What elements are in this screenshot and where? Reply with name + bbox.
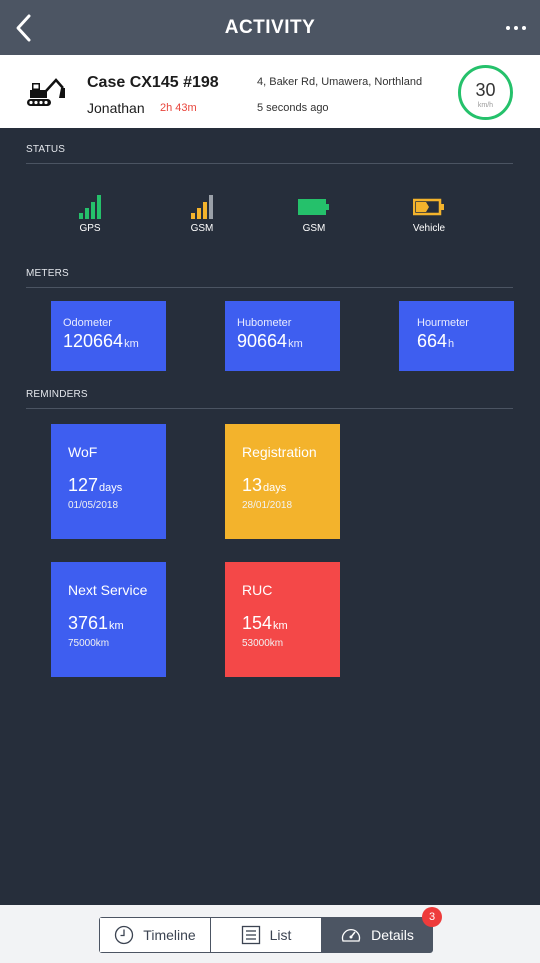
meters-divider (26, 287, 513, 288)
driver-name: Jonathan (87, 100, 145, 116)
meter-value: 664 (417, 331, 448, 351)
reminders-divider (26, 408, 513, 409)
speed-unit: km/h (477, 101, 494, 109)
reminder-registration[interactable]: Registration 13days 28/01/2018 (225, 424, 340, 539)
meters-section-label: METERS (26, 268, 69, 279)
reminder-label: WoF (68, 444, 98, 460)
reminder-value-row: 13days (242, 475, 340, 496)
speedometer-icon (341, 928, 361, 942)
notification-badge: 3 (422, 907, 442, 927)
meter-unit: km (124, 338, 139, 350)
meter-odometer[interactable]: Odometer 120664km (51, 301, 166, 371)
signal-bars-icon (191, 193, 213, 219)
signal-bars-icon (79, 193, 101, 219)
excavator-icon (27, 78, 65, 106)
reminder-value: 154 (242, 613, 273, 633)
trip-duration: 2h 43m (160, 102, 197, 114)
meter-value: 90664 (237, 331, 288, 351)
reminder-label: Next Service (68, 582, 148, 598)
tab-details[interactable]: Details (321, 918, 432, 952)
list-icon (241, 925, 260, 945)
status-label: GSM (190, 223, 214, 234)
tab-timeline[interactable]: Timeline (100, 918, 210, 952)
meter-hubometer[interactable]: Hubometer 90664km (225, 301, 340, 371)
reminder-value: 13 (242, 475, 263, 495)
tab-list[interactable]: List (210, 918, 321, 952)
status-gsm-battery: GSM (284, 191, 344, 234)
bottom-tab-bar: Timeline List Details (0, 905, 540, 963)
reminder-next-service[interactable]: Next Service 3761km 75000km (51, 562, 166, 677)
reminder-value-row: 3761km (68, 613, 166, 634)
vehicle-name: Case CX145 #198 (87, 74, 219, 91)
speed-gauge: 30 km/h (458, 65, 513, 120)
meter-label: Hourmeter (417, 317, 469, 329)
more-dots-icon (506, 26, 510, 30)
reminder-due: 01/05/2018 (68, 500, 119, 511)
reminder-unit: km (273, 620, 288, 632)
reminder-due: 75000km (68, 638, 110, 649)
clock-icon (115, 925, 134, 945)
reminder-due: 53000km (242, 638, 284, 649)
reminder-unit: km (109, 620, 124, 632)
meter-label: Odometer (63, 317, 112, 329)
reminder-ruc[interactable]: RUC 154km 53000km (225, 562, 340, 677)
meter-label: Hubometer (237, 317, 292, 329)
meter-hourmeter[interactable]: Hourmeter 664h (399, 301, 514, 371)
chevron-left-icon (16, 14, 31, 42)
meter-value-row: 664h (417, 331, 514, 352)
tab-label: Timeline (143, 927, 196, 943)
reminder-value-row: 154km (242, 613, 340, 634)
speed-value: 30 (475, 79, 496, 100)
meter-value: 120664 (63, 331, 124, 351)
status-gsm-signal: GSM (172, 191, 232, 234)
status-section-label: STATUS (26, 144, 66, 155)
meter-unit: h (448, 338, 455, 350)
view-segmented-control: Timeline List Details (99, 917, 433, 953)
tab-label: Details (371, 927, 414, 943)
reminder-unit: days (263, 482, 287, 494)
page-title: ACTIVITY (224, 16, 316, 38)
status-vehicle-battery: Vehicle (399, 191, 459, 234)
status-label: GSM (302, 223, 326, 234)
reminders-section-label: REMINDERS (26, 389, 88, 400)
status-label: Vehicle (412, 223, 446, 234)
reminder-label: RUC (242, 582, 273, 598)
back-button[interactable] (8, 10, 38, 46)
vehicle-summary-card[interactable]: Case CX145 #198 Jonathan 2h 43m 4, Baker… (0, 55, 540, 128)
vehicle-address: 4, Baker Rd, Umawera, Northland (257, 76, 423, 88)
reminder-value: 3761 (68, 613, 109, 633)
meter-unit: km (288, 338, 303, 350)
reminder-label: Registration (242, 444, 317, 460)
tab-label: List (269, 927, 292, 943)
battery-icon (298, 199, 329, 215)
meter-value-row: 90664km (237, 331, 340, 352)
battery-charging-icon (413, 198, 444, 216)
more-options-button[interactable] (502, 14, 530, 42)
reminder-wof[interactable]: WoF 127days 01/05/2018 (51, 424, 166, 539)
navigation-bar: ACTIVITY (0, 0, 540, 55)
reminder-value-row: 127days (68, 475, 166, 496)
last-update-time: 5 seconds ago (257, 102, 329, 114)
meter-value-row: 120664km (63, 331, 166, 352)
status-label: GPS (79, 223, 101, 234)
status-divider (26, 163, 513, 164)
reminder-unit: days (99, 482, 123, 494)
status-gps: GPS (60, 191, 120, 234)
reminder-value: 127 (68, 475, 99, 495)
reminder-due: 28/01/2018 (242, 500, 293, 511)
